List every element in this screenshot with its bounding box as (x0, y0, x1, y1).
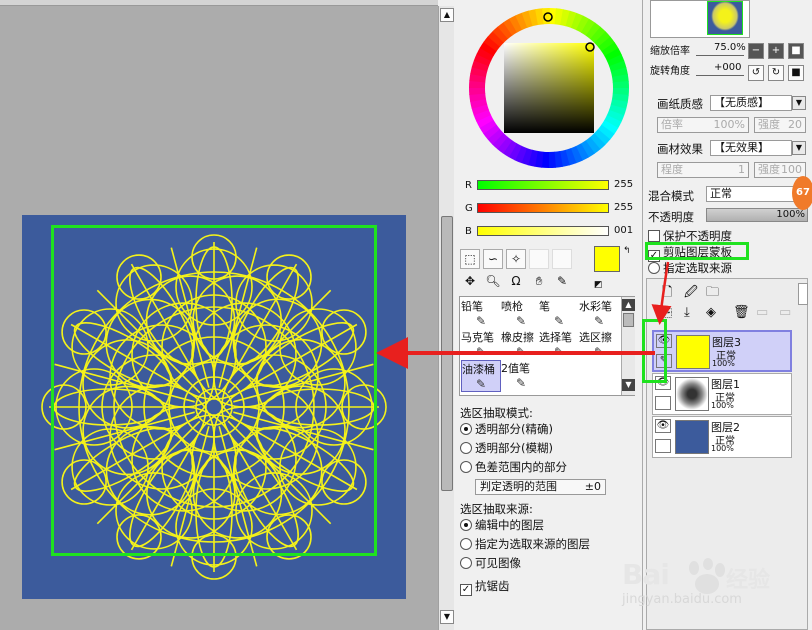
watermark-url: jingyan.baidu.com (622, 592, 742, 607)
arrow-to-layer (651, 261, 672, 325)
watermark-brand-cn: 经验 (726, 568, 771, 593)
watermark-brand: Bai (622, 558, 670, 591)
annotation-arrows (376, 261, 672, 369)
paw-logo (689, 558, 725, 594)
watermark: Bai 经验 jingyan.baidu.com (622, 556, 812, 626)
